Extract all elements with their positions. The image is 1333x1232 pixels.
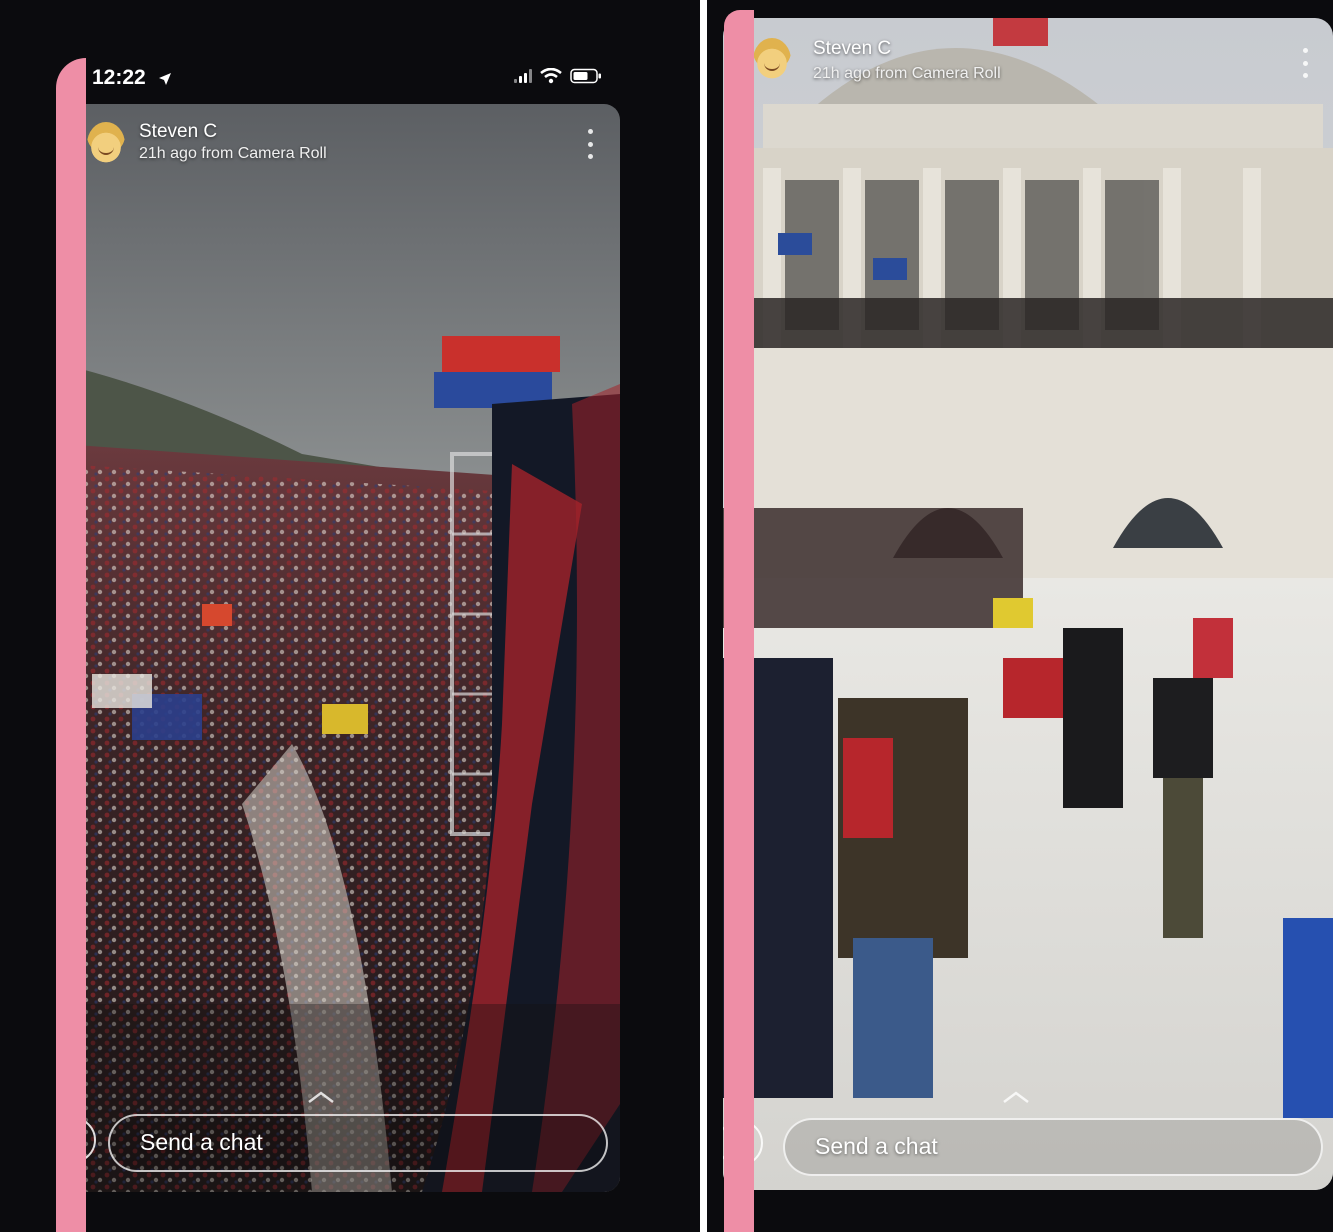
bitmoji-avatar[interactable] <box>87 122 125 166</box>
story-username[interactable]: Steven C <box>813 38 891 60</box>
phone-case-edge <box>56 58 86 1232</box>
signal-icon <box>514 69 532 83</box>
story-header: Steven C 21h ago from Camera Roll <box>723 18 1333 108</box>
chat-placeholder: Send a chat <box>140 1129 263 1155</box>
chevron-up-icon[interactable] <box>306 1090 336 1104</box>
battery-icon <box>570 68 601 84</box>
wifi-icon <box>540 68 562 84</box>
left-story-screen: Steven C 21h ago from Camera Roll Send a… <box>62 104 620 1192</box>
phone-case-edge <box>724 10 754 1232</box>
send-chat-input[interactable]: Send a chat <box>783 1118 1323 1176</box>
bitmoji-avatar[interactable] <box>753 38 791 82</box>
more-icon[interactable] <box>586 129 594 159</box>
crowd-photo <box>62 104 620 1192</box>
status-time: 12:22 <box>92 66 146 89</box>
chevron-up-icon[interactable] <box>1001 1090 1031 1104</box>
capitol-photo <box>723 18 1333 1190</box>
story-header: Steven C 21h ago from Camera Roll <box>62 104 620 194</box>
story-subtitle: 21h ago from Camera Roll <box>813 65 1001 82</box>
left-phone-screenshot: Steven C 21h ago from Camera Roll Send a… <box>0 0 700 1232</box>
send-chat-input[interactable]: Send a chat <box>108 1114 608 1172</box>
story-subtitle: 21h ago from Camera Roll <box>139 145 327 162</box>
right-phone-screenshot: Steven C 21h ago from Camera Roll Send a… <box>707 0 1333 1232</box>
location-arrow-icon <box>159 73 171 85</box>
story-username[interactable]: Steven C <box>139 121 217 143</box>
panel-divider <box>700 0 707 1232</box>
chat-placeholder: Send a chat <box>815 1133 938 1159</box>
right-story-screen: Steven C 21h ago from Camera Roll Send a… <box>723 18 1333 1190</box>
status-bar: 12:22 <box>92 64 602 94</box>
more-icon[interactable] <box>1301 48 1309 78</box>
